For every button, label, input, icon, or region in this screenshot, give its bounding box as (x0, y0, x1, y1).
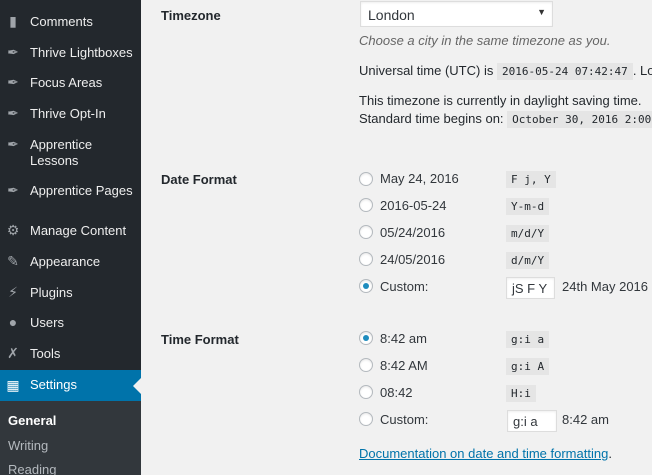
time-format-radio-1[interactable] (359, 331, 373, 345)
pin-icon: ✒ (7, 44, 19, 60)
time-format-custom-input[interactable]: g:i a (507, 410, 557, 432)
utc-time-value: 2016-05-24 07:42:47 (496, 63, 633, 80)
date-format-option-2: 2016-05-24 (380, 198, 447, 213)
plugin-icon: ⚡ (8, 284, 18, 300)
dst-label: Standard time begins on: (359, 111, 504, 126)
sidebar-item-label: Plugins (30, 285, 73, 300)
sidebar-item-label: Settings (30, 377, 77, 392)
sidebar-item-settings[interactable]: ▦ Settings (0, 370, 141, 401)
date-format-custom-input[interactable]: jS F Y (506, 277, 555, 299)
utc-prefix: Universal time (UTC) is (359, 63, 494, 78)
sidebar-item-tools[interactable]: ✗ Tools (0, 345, 141, 365)
sidebar-item-label: Thrive Opt-In (30, 106, 106, 121)
doc-link-line: Documentation on date and time formattin… (359, 446, 612, 461)
date-format-radio-custom[interactable] (359, 279, 373, 293)
sidebar-item-appearance[interactable]: ✎ Appearance (0, 253, 141, 273)
sidebar-item-plugins[interactable]: ⚡ Plugins (0, 284, 141, 304)
time-format-option-2: 8:42 AM (380, 358, 428, 373)
date-format-option-3: 05/24/2016 (380, 225, 446, 240)
time-format-radio-2[interactable] (359, 358, 373, 372)
sidebar-item-label: Users (30, 315, 64, 330)
sidebar-item-label: Appearance (30, 254, 101, 269)
sidebar-item-label: Comments (30, 14, 93, 29)
sidebar-item-label: Tools (30, 346, 61, 361)
dst-line-1: This timezone is currently in daylight s… (359, 93, 642, 108)
date-format-label: Date Format (161, 172, 237, 187)
date-format-code-2: Y-m-d (506, 198, 550, 215)
timezone-select[interactable]: London ▼ (360, 1, 553, 27)
date-format-custom-label: Custom: (380, 279, 429, 294)
time-format-code-2: g:i A (506, 358, 550, 375)
time-format-label: Time Format (161, 332, 239, 347)
sidebar-item-label-line2: Lessons (30, 153, 79, 168)
time-format-custom-label: Custom: (380, 412, 429, 427)
time-format-option-1: 8:42 am (380, 331, 427, 346)
date-format-option-4: 24/05/2016 (380, 252, 446, 267)
utc-suffix: . Loc (632, 63, 652, 78)
timezone-label: Timezone (161, 8, 221, 23)
date-format-radio-1[interactable] (359, 172, 373, 186)
pin-icon: ✒ (7, 136, 19, 152)
doc-link-suffix: . (608, 446, 612, 461)
sidebar-item-label: Manage Content (30, 223, 127, 238)
comment-bubble-icon: ▮ (9, 13, 17, 29)
settings-main: Timezone London ▼ Choose a city in the s… (141, 0, 652, 475)
date-format-radio-2[interactable] (359, 198, 373, 212)
submenu-item-writing[interactable]: Writing (8, 438, 48, 453)
sidebar-item-apprentice-lessons[interactable]: ✒ Apprentice Lessons (0, 136, 141, 172)
date-format-code-4: d/m/Y (506, 252, 550, 269)
date-format-radio-3[interactable] (359, 225, 373, 239)
sidebar-item-label: Apprentice Pages (30, 183, 133, 198)
paintbrush-icon: ✎ (7, 253, 19, 269)
time-format-radio-custom[interactable] (359, 412, 373, 426)
sidebar-item-manage-content[interactable]: ⚙ Manage Content (0, 222, 141, 242)
submenu-item-general[interactable]: General (8, 413, 56, 428)
timezone-hint: Choose a city in the same timezone as yo… (359, 33, 611, 48)
time-format-option-3: 08:42 (380, 385, 413, 400)
date-time-doc-link[interactable]: Documentation on date and time formattin… (359, 446, 608, 461)
date-format-custom-preview: 24th May 2016 (562, 279, 649, 294)
sidebar-item-users[interactable]: ● Users (0, 314, 141, 334)
sidebar-item-comments[interactable]: ▮ Comments (0, 13, 141, 33)
time-format-code-3: H:i (506, 385, 536, 402)
date-format-option-1: May 24, 2016 (380, 171, 459, 186)
utc-time-line: Universal time (UTC) is 2016-05-24 07:42… (359, 63, 652, 80)
dropdown-arrow-icon: ▼ (537, 7, 546, 17)
pin-icon: ✒ (7, 105, 19, 121)
sidebar-item-focus-areas[interactable]: ✒ Focus Areas (0, 74, 141, 94)
dst-value: October 30, 2016 2:00 (507, 111, 652, 128)
sidebar-item-label: Focus Areas (30, 75, 103, 90)
time-format-radio-3[interactable] (359, 385, 373, 399)
submenu-item-reading[interactable]: Reading (8, 462, 56, 475)
timezone-selected-value: London (368, 7, 415, 23)
settings-sliders-icon: ▦ (6, 377, 20, 393)
sidebar-item-thrive-lightboxes[interactable]: ✒ Thrive Lightboxes (0, 44, 141, 64)
gear-icon: ⚙ (6, 222, 20, 238)
pin-icon: ✒ (7, 74, 19, 90)
pin-icon: ✒ (7, 182, 19, 198)
settings-submenu: General Writing Reading (0, 401, 141, 475)
sidebar-item-apprentice-pages[interactable]: ✒ Apprentice Pages (0, 182, 141, 202)
date-format-code-3: m/d/Y (506, 225, 550, 242)
sidebar-item-thrive-opt-in[interactable]: ✒ Thrive Opt-In (0, 105, 141, 125)
admin-sidebar: ▮ Comments ✒ Thrive Lightboxes ✒ Focus A… (0, 0, 141, 475)
sidebar-item-label: Thrive Lightboxes (30, 45, 133, 60)
time-format-custom-preview: 8:42 am (562, 412, 609, 427)
wrench-icon: ✗ (7, 345, 19, 361)
time-format-code-1: g:i a (506, 331, 550, 348)
user-icon: ● (8, 314, 18, 330)
date-format-code-1: F j, Y (506, 171, 556, 188)
dst-line-2: Standard time begins on: October 30, 201… (359, 111, 652, 128)
date-format-radio-4[interactable] (359, 252, 373, 266)
